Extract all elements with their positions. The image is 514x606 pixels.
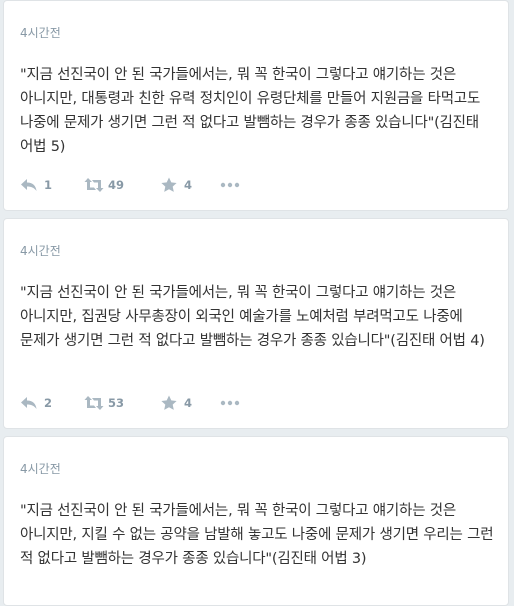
tweet-text: "지금 선진국이 안 된 국가들에서는, 뭐 꼭 한국이 그렇다고 얘기하는 것… [20, 67, 481, 155]
reply-count: 2 [44, 396, 53, 410]
tweet-timestamp[interactable]: 4시간전 [20, 461, 61, 477]
retweet-icon [84, 395, 104, 411]
star-icon [160, 395, 178, 411]
retweet-icon [84, 177, 104, 193]
reply-icon [20, 395, 38, 411]
more-icon [220, 395, 240, 411]
tweet-text: "지금 선진국이 안 된 국가들에서는, 뭐 꼭 한국이 그렇다고 얘기하는 것… [20, 285, 485, 349]
star-icon [160, 177, 178, 193]
tweet-timestamp[interactable]: 4시간전 [20, 243, 61, 259]
retweet-button[interactable]: 49 [84, 177, 160, 193]
tweet-card[interactable]: 4시간전 "지금 선진국이 안 된 국가들에서는, 뭐 꼭 한국이 그렇다고 얘… [3, 0, 509, 211]
more-button[interactable] [220, 177, 250, 193]
tweet-card[interactable]: 4시간전 "지금 선진국이 안 된 국가들에서는, 뭐 꼭 한국이 그렇다고 얘… [3, 218, 509, 429]
retweet-count: 49 [108, 178, 125, 192]
tweet-actions: 1 49 4 [20, 175, 250, 195]
more-button[interactable] [220, 395, 250, 411]
tweet-text: "지금 선진국이 안 된 국가들에서는, 뭐 꼭 한국이 그렇다고 얘기하는 것… [20, 503, 494, 567]
reply-icon [20, 177, 38, 193]
favorite-count: 4 [184, 396, 193, 410]
reply-button[interactable]: 1 [20, 177, 84, 193]
tweet-timestamp[interactable]: 4시간전 [20, 25, 61, 41]
reply-count: 1 [44, 178, 53, 192]
tweet-actions: 2 53 4 [20, 393, 250, 413]
retweet-count: 53 [108, 396, 125, 410]
favorite-button[interactable]: 4 [160, 395, 220, 411]
more-icon [220, 177, 240, 193]
favorite-button[interactable]: 4 [160, 177, 220, 193]
favorite-count: 4 [184, 178, 193, 192]
retweet-button[interactable]: 53 [84, 395, 160, 411]
reply-button[interactable]: 2 [20, 395, 84, 411]
tweet-feed: 4시간전 "지금 선진국이 안 된 국가들에서는, 뭐 꼭 한국이 그렇다고 얘… [0, 0, 514, 606]
tweet-card[interactable]: 4시간전 "지금 선진국이 안 된 국가들에서는, 뭐 꼭 한국이 그렇다고 얘… [3, 436, 509, 606]
